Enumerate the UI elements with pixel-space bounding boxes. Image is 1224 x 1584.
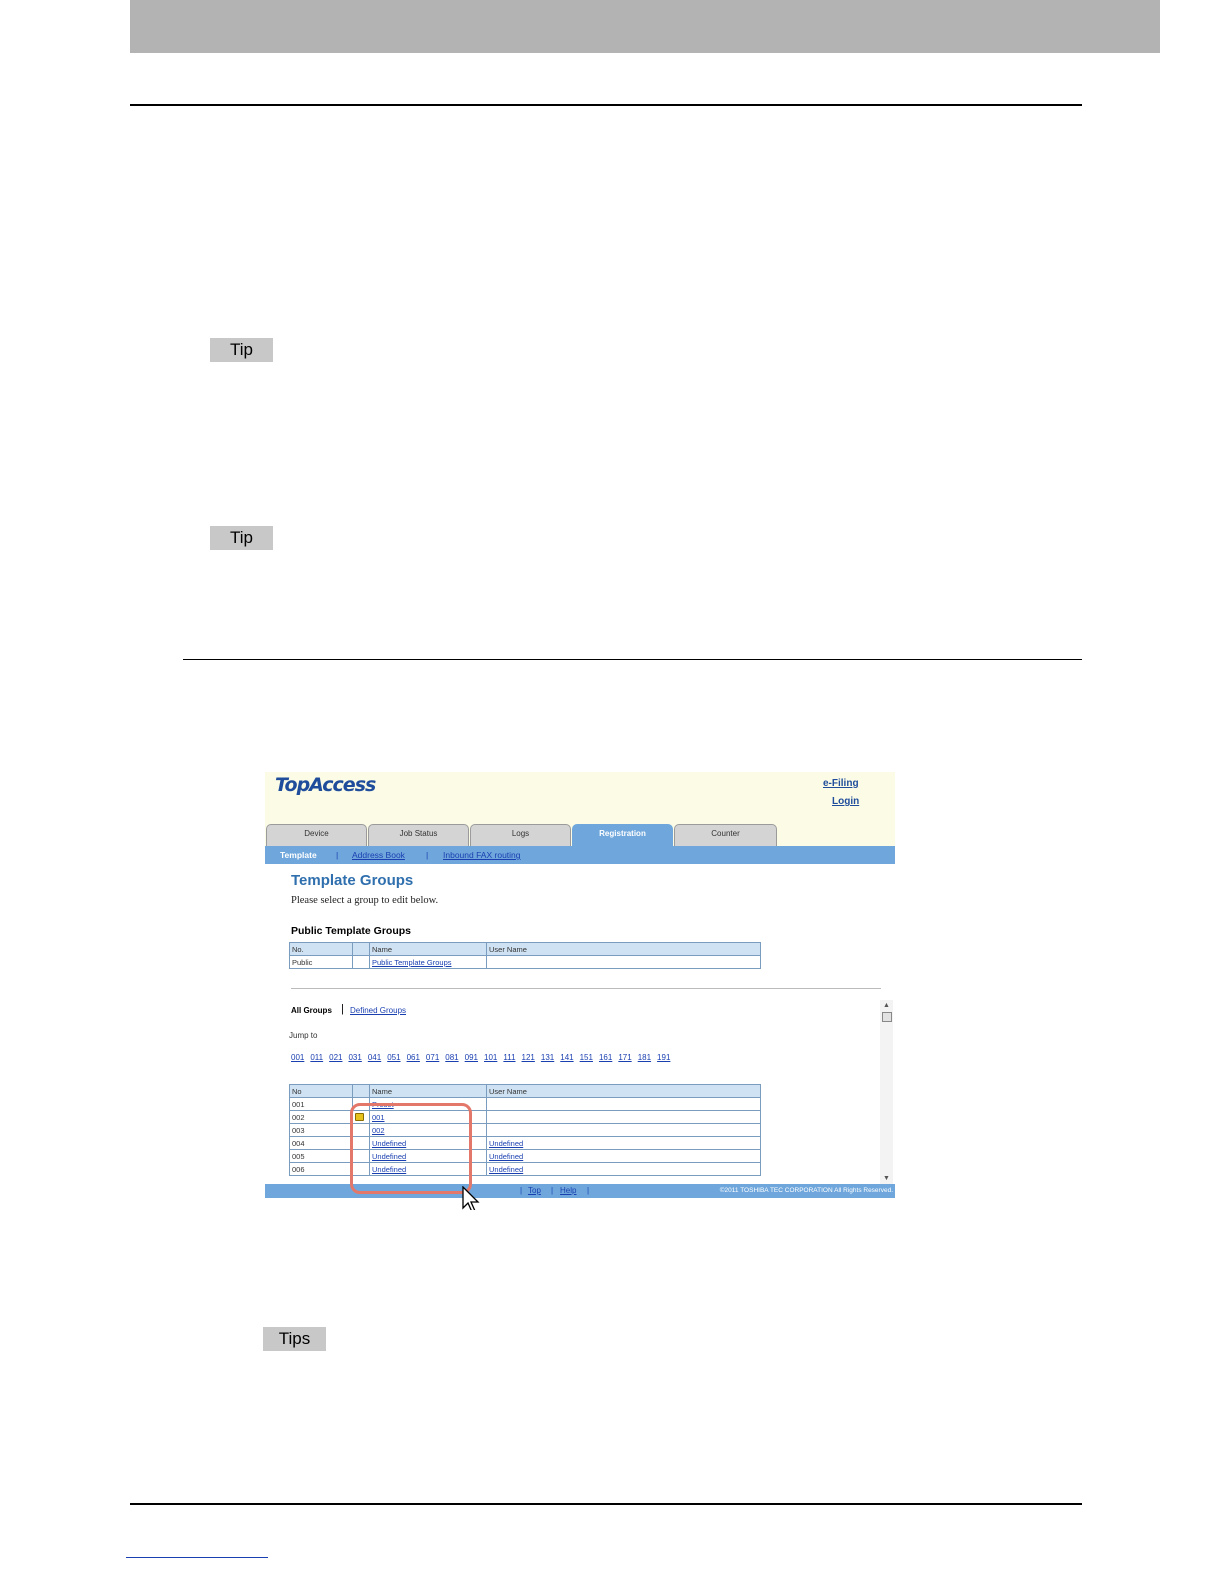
jump-label: Jump to <box>289 1031 318 1040</box>
tip-label: Tip <box>210 526 273 550</box>
jump-link[interactable]: 051 <box>387 1053 400 1062</box>
highlight-box <box>350 1103 472 1194</box>
section-divider <box>291 988 881 989</box>
jump-link[interactable]: 041 <box>368 1053 381 1062</box>
tab-job-status[interactable]: Job Status <box>368 824 469 846</box>
jump-link[interactable]: 071 <box>426 1053 439 1062</box>
subnav-separator: | <box>426 850 429 860</box>
cell-no: 003 <box>289 1123 353 1137</box>
jump-link[interactable]: 011 <box>310 1053 323 1062</box>
cell-user <box>486 955 761 969</box>
public-groups-heading: Public Template Groups <box>291 925 411 937</box>
footer-link-underline <box>126 1557 268 1558</box>
scroll-down-icon[interactable]: ▼ <box>883 1175 890 1182</box>
jump-link[interactable]: 081 <box>445 1053 458 1062</box>
tab-device[interactable]: Device <box>266 824 367 846</box>
footer-separator: | <box>520 1186 523 1195</box>
col-no: No <box>289 1084 353 1098</box>
jump-link[interactable]: 181 <box>638 1053 651 1062</box>
login-link[interactable]: Login <box>832 796 859 807</box>
table-row: Public Public Template Groups <box>289 955 761 969</box>
efiling-link[interactable]: e-Filing <box>823 778 859 789</box>
tab-logs[interactable]: Logs <box>470 824 571 846</box>
jump-link[interactable]: 031 <box>348 1053 361 1062</box>
user-name-link[interactable]: Undefined <box>489 1152 523 1161</box>
cell-no: 001 <box>289 1097 353 1111</box>
tip-label: Tip <box>210 338 273 362</box>
tips-label: Tips <box>263 1327 326 1351</box>
copyright: ©2011 TOSHIBA TEC CORPORATION All Rights… <box>719 1187 893 1194</box>
cell-no: Public <box>289 955 353 969</box>
sub-navigation: Template | Address Book | Inbound FAX ro… <box>265 846 895 864</box>
user-name-link[interactable]: Undefined <box>489 1165 523 1174</box>
scroll-up-icon[interactable]: ▲ <box>883 1002 890 1009</box>
col-lock <box>352 1084 370 1098</box>
jump-link[interactable]: 141 <box>560 1053 573 1062</box>
jump-link[interactable]: 131 <box>541 1053 554 1062</box>
jump-link[interactable]: 101 <box>484 1053 497 1062</box>
col-name: Name <box>369 942 487 956</box>
col-user-name: User Name <box>486 942 761 956</box>
footer-rule <box>130 1503 1082 1505</box>
section-rule <box>183 659 1082 660</box>
footer-separator: | <box>587 1186 590 1195</box>
jump-link[interactable]: 121 <box>522 1053 535 1062</box>
cell-no: 006 <box>289 1162 353 1176</box>
tab-counter[interactable]: Counter <box>674 824 777 846</box>
user-name-link[interactable]: Undefined <box>489 1139 523 1148</box>
jump-link[interactable]: 161 <box>599 1053 612 1062</box>
mouse-pointer-icon <box>462 1186 480 1210</box>
jump-links: 001 011 021 031 041 051 061 071 081 091 101 111 121 1… <box>291 1047 676 1065</box>
jump-link[interactable]: 151 <box>580 1053 593 1062</box>
page-header-band <box>130 0 1160 53</box>
jump-link[interactable]: 111 <box>503 1053 515 1062</box>
subnav-inbound-fax[interactable]: Inbound FAX routing <box>443 850 521 860</box>
jump-link[interactable]: 001 <box>291 1053 304 1062</box>
col-no: No. <box>289 942 353 956</box>
tab-registration[interactable]: Registration <box>572 824 673 846</box>
footer-help-link[interactable]: Help <box>560 1186 576 1195</box>
col-lock <box>352 942 370 956</box>
cell-no: 002 <box>289 1110 353 1124</box>
subnav-address-book[interactable]: Address Book <box>352 850 405 860</box>
jump-link[interactable]: 091 <box>465 1053 478 1062</box>
public-groups-table: No. Name User Name Public Public Templat… <box>289 942 761 969</box>
subnav-template[interactable]: Template <box>280 850 317 860</box>
subnav-separator: | <box>336 850 339 860</box>
jump-link[interactable]: 061 <box>407 1053 420 1062</box>
scroll-thumb[interactable] <box>882 1012 892 1022</box>
col-user-name: User Name <box>486 1084 761 1098</box>
cell-no: 005 <box>289 1149 353 1163</box>
scrollbar[interactable]: ▲ ▼ <box>880 1000 893 1184</box>
cell-no: 004 <box>289 1136 353 1150</box>
footer-top-link[interactable]: Top <box>528 1186 541 1195</box>
footer-separator: | <box>551 1186 554 1195</box>
topaccess-screenshot: TopAccess e-Filing Login Device Job Stat… <box>265 772 895 1210</box>
filter-defined-groups[interactable]: Defined Groups <box>350 1006 406 1015</box>
jump-link[interactable]: 171 <box>618 1053 631 1062</box>
filter-all-groups[interactable]: All Groups <box>291 1006 332 1015</box>
topaccess-logo: TopAccess <box>275 774 376 796</box>
page-title: Template Groups <box>291 872 414 889</box>
jump-link[interactable]: 191 <box>657 1053 670 1062</box>
header-rule <box>130 104 1082 106</box>
jump-link[interactable]: 021 <box>329 1053 342 1062</box>
filter-separator: | <box>341 1003 344 1015</box>
public-group-link[interactable]: Public Template Groups <box>372 958 452 967</box>
col-name: Name <box>369 1084 487 1098</box>
page-description: Please select a group to edit below. <box>291 895 439 906</box>
